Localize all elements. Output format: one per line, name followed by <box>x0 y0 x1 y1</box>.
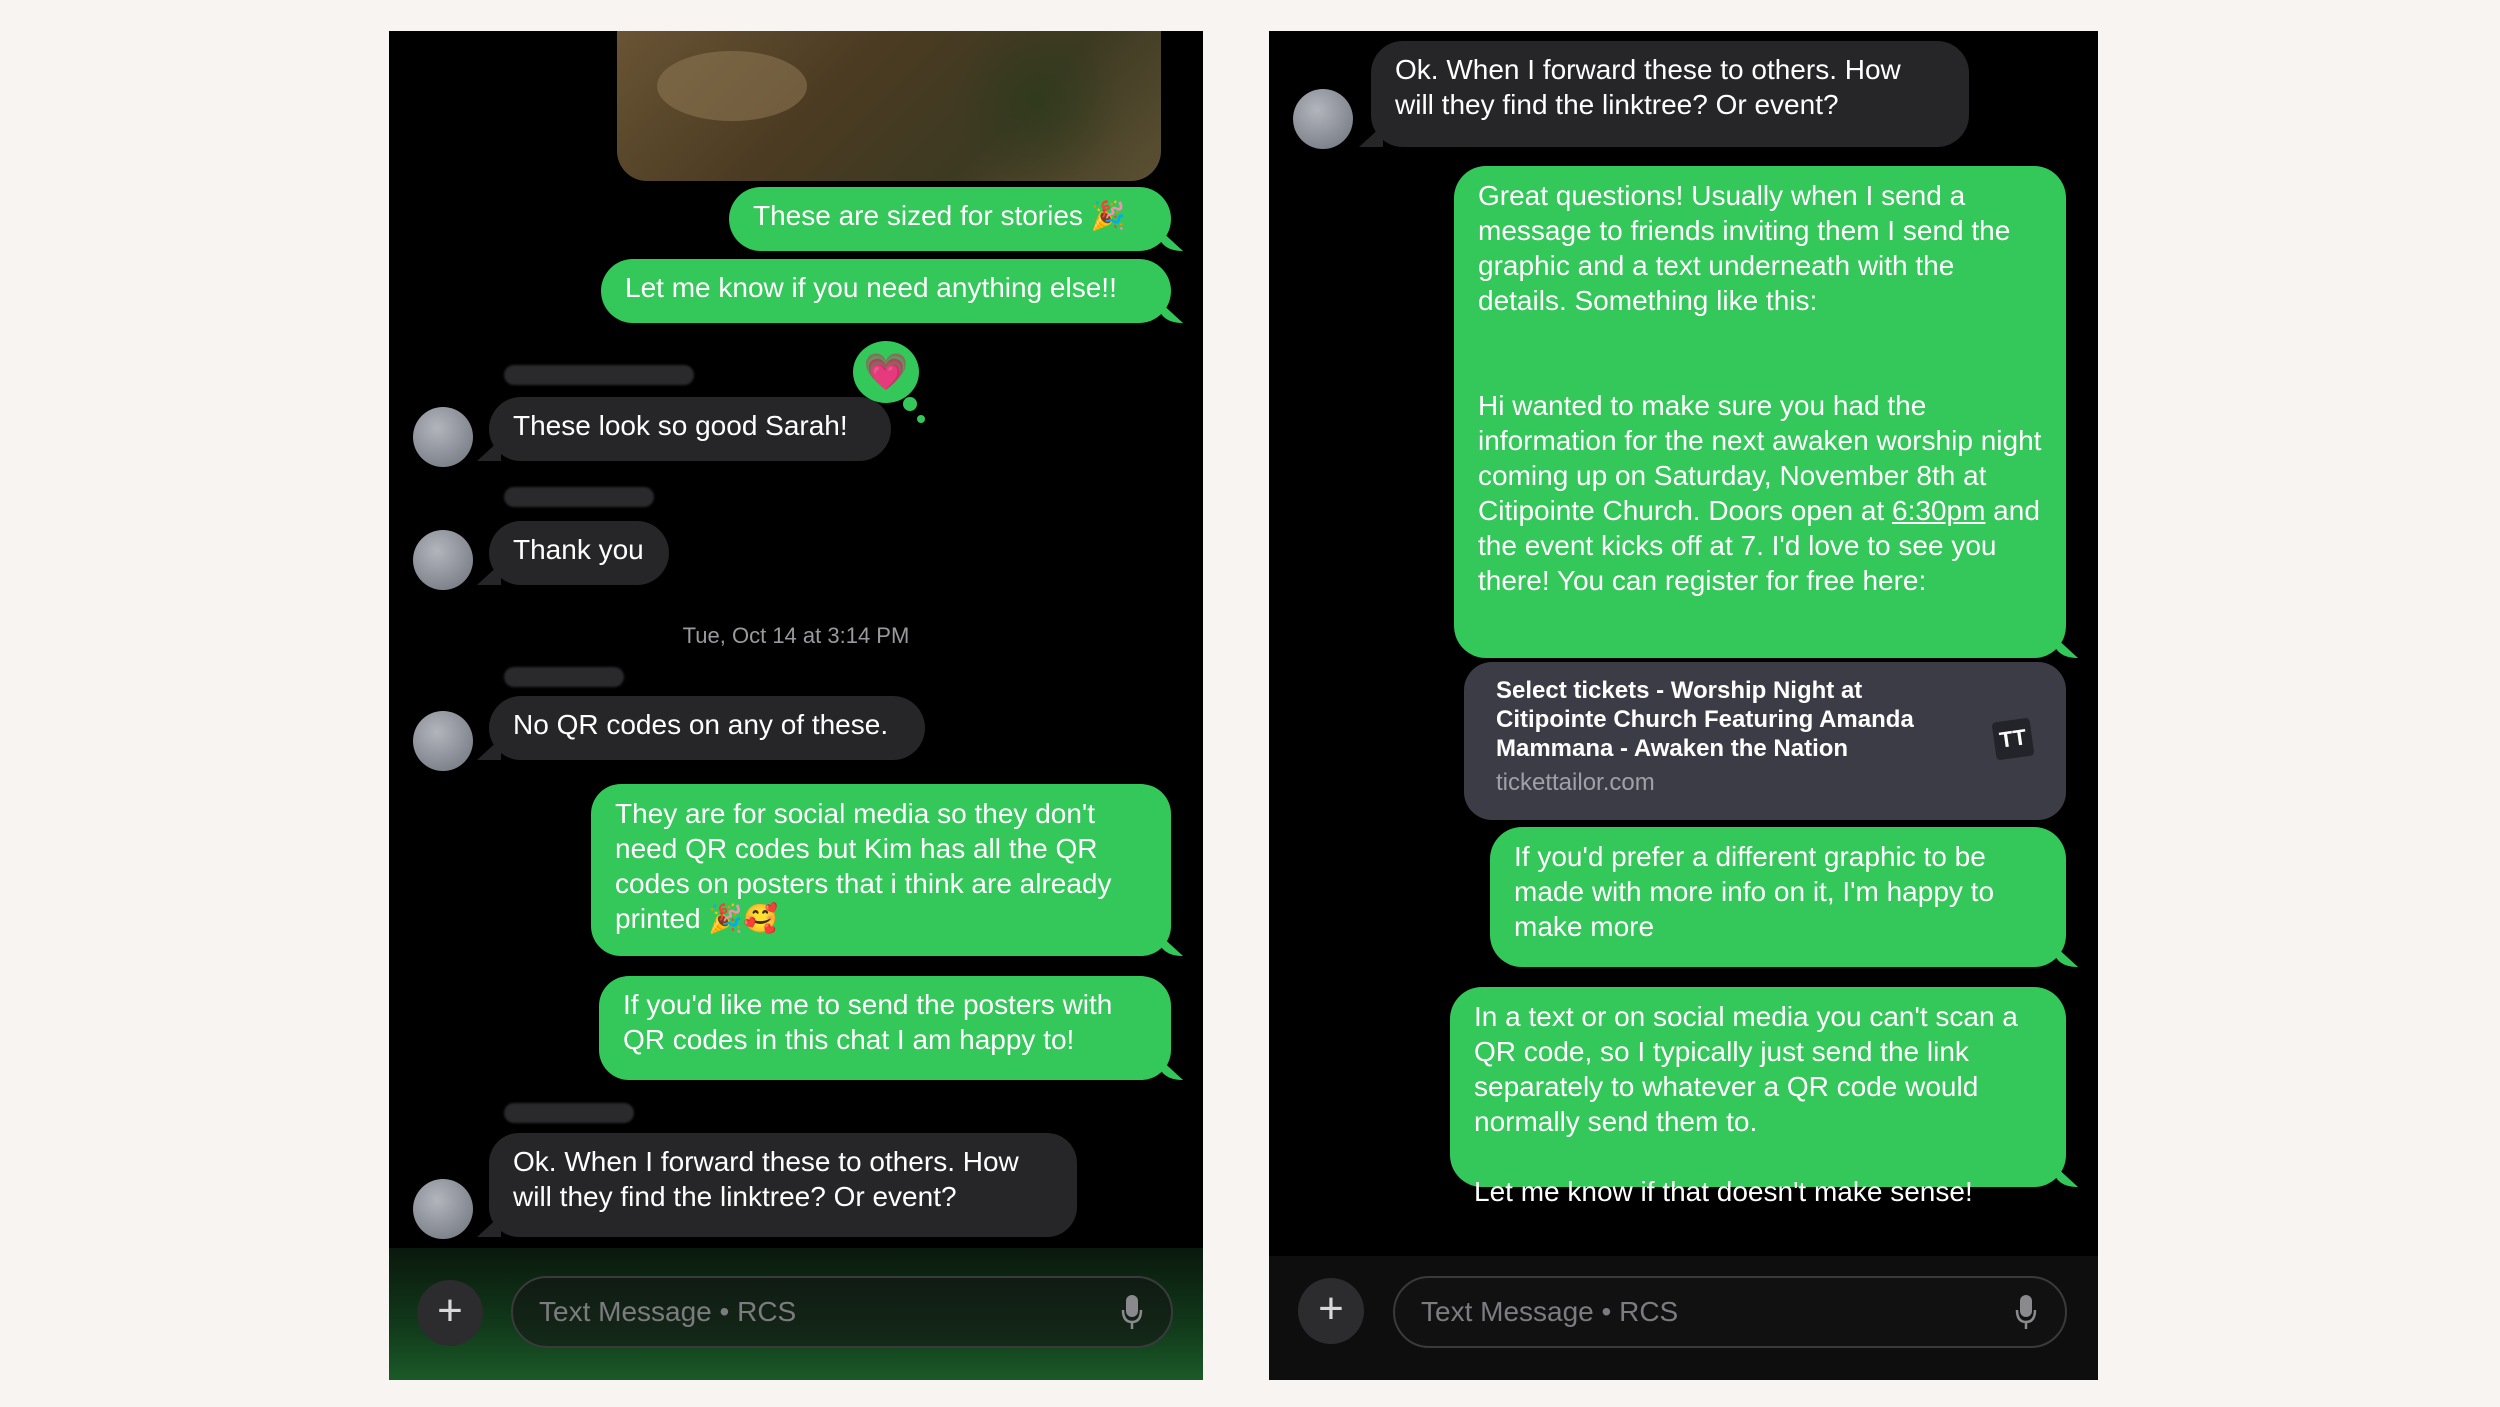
right-conversation-screenshot: Ok. When I forward these to others. How … <box>1269 31 2098 1380</box>
message-paragraph: In a text or on social media you can't s… <box>1474 1001 2018 1137</box>
message-timestamp: Tue, Oct 14 at 3:14 PM <box>682 623 910 648</box>
received-message-thank-you: Thank you <box>489 521 669 585</box>
shared-image-thumbnail[interactable] <box>617 31 1161 181</box>
message-paragraph: Great questions! Usually when I send a m… <box>1478 180 2011 316</box>
contact-name-redacted <box>504 487 654 507</box>
microphone-icon[interactable] <box>2015 1294 2037 1330</box>
avatar[interactable] <box>413 1179 473 1239</box>
heart-icon[interactable]: 💗 <box>853 341 919 403</box>
avatar[interactable] <box>1293 89 1353 149</box>
sent-message-qr-explanation: In a text or on social media you can't s… <box>1450 987 2066 1207</box>
received-message-no-qr: No QR codes on any of these. <box>489 696 925 760</box>
received-message-forward: Ok. When I forward these to others. How … <box>489 1133 1077 1237</box>
sent-message-social-media: They are for social media so they don't … <box>591 784 1171 956</box>
time-link[interactable]: 6:30pm <box>1892 495 1985 526</box>
avatar[interactable] <box>413 711 473 771</box>
reaction-dot-small <box>917 415 925 423</box>
message-paragraph: Hi wanted to make sure you had the infor… <box>1478 390 2042 596</box>
plus-icon[interactable]: + <box>417 1280 483 1346</box>
link-preview-title: Select tickets - Worship Night at Citipo… <box>1496 677 1914 762</box>
message-text-field[interactable]: Text Message • RCS <box>511 1276 1173 1348</box>
message-placeholder: Text Message • RCS <box>1421 1296 1679 1327</box>
contact-name-redacted <box>504 1103 634 1123</box>
tickettailor-logo-icon: TT <box>1991 717 2035 761</box>
avatar[interactable] <box>413 407 473 467</box>
message-paragraph: Let me know if that doesn't make sense! <box>1474 1176 1973 1207</box>
link-preview-domain: tickettailor.com <box>1496 769 1655 796</box>
received-message-forward: Ok. When I forward these to others. How … <box>1371 41 1969 147</box>
sent-message-great-questions: Great questions! Usually when I send a m… <box>1454 166 2066 658</box>
reaction-dot <box>903 397 917 411</box>
message-placeholder: Text Message • RCS <box>539 1296 797 1327</box>
sent-message-send-posters: If you'd like me to send the posters wit… <box>599 976 1171 1080</box>
microphone-icon[interactable] <box>1121 1294 1143 1330</box>
contact-name-redacted <box>504 365 694 385</box>
contact-name-redacted <box>504 667 624 687</box>
sent-message-anything-else: Let me know if you need anything else!! <box>601 259 1171 323</box>
avatar[interactable] <box>413 530 473 590</box>
message-input-bar: + Text Message • RCS <box>1269 1256 2098 1380</box>
message-text-field[interactable]: Text Message • RCS <box>1393 1276 2067 1348</box>
message-input-bar: + Text Message • RCS <box>389 1248 1203 1380</box>
sent-message-stories: These are sized for stories 🎉 <box>729 187 1171 251</box>
left-conversation-screenshot: These are sized for stories 🎉 Let me kno… <box>389 31 1203 1380</box>
link-preview-card[interactable]: Select tickets - Worship Night at Citipo… <box>1464 662 2066 820</box>
plus-icon[interactable]: + <box>1298 1278 1364 1344</box>
sent-message-different-graphic: If you'd prefer a different graphic to b… <box>1490 827 2066 967</box>
received-message-look-good: These look so good Sarah! <box>489 397 891 461</box>
